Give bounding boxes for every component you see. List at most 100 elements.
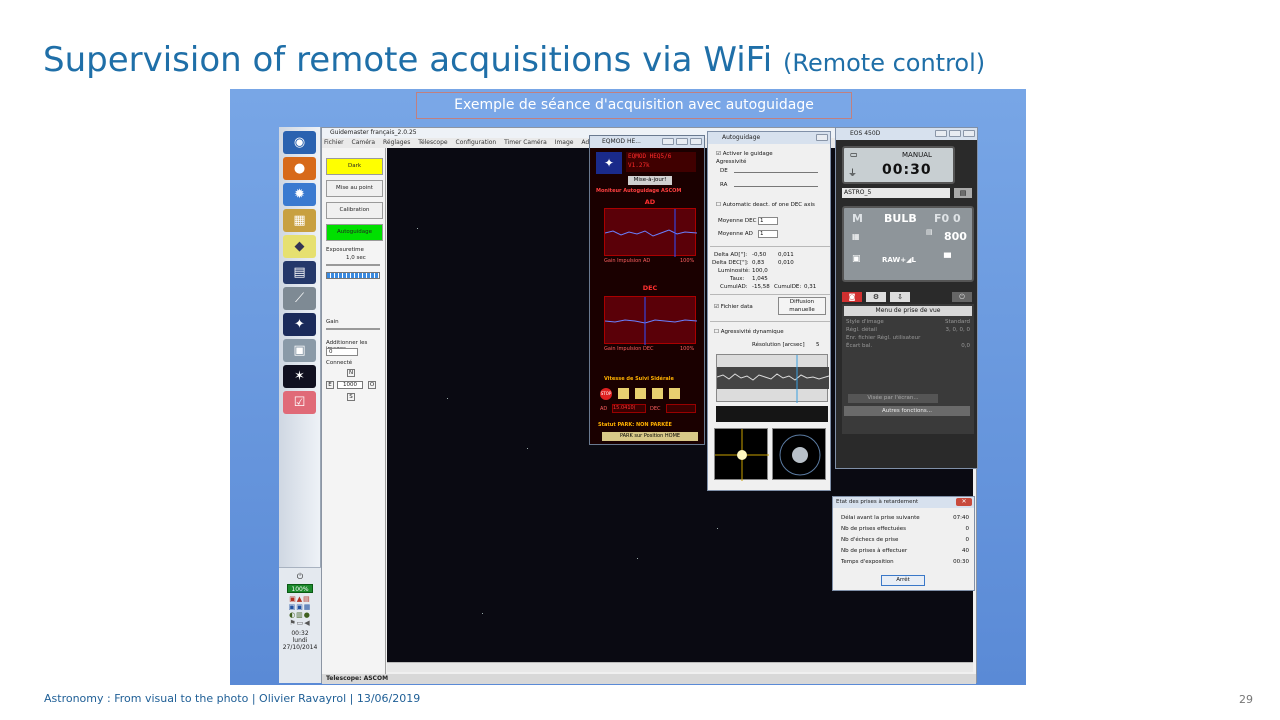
eqmod-window-controls[interactable] [662, 138, 702, 145]
tray-icons-row4[interactable]: ⚑▭◀ [279, 619, 321, 627]
dec-rate-value[interactable] [666, 404, 696, 413]
drive-mode-icon[interactable]: ▣ [852, 254, 861, 264]
east-button[interactable]: E [326, 381, 334, 389]
image-quality[interactable]: RAW+◢L [882, 256, 916, 264]
menu-configuration[interactable]: Configuration [456, 139, 497, 146]
stellarium-icon[interactable]: ✹ [283, 183, 316, 206]
autoguidage-window-controls[interactable] [816, 134, 828, 141]
focus-button[interactable]: Mise au point [326, 180, 383, 197]
start-orb-icon[interactable]: ◉ [283, 131, 316, 154]
de-slider[interactable] [734, 172, 818, 173]
delayed-shots-title: Etat des prises à retardement ✕ [833, 497, 974, 508]
shutter-speed[interactable]: BULB [884, 212, 917, 225]
minimize-button[interactable] [662, 138, 674, 145]
menu-camera[interactable]: Caméra [352, 139, 376, 146]
diffusion-button[interactable]: Diffusion manuelle [778, 297, 826, 315]
sun-rate-button[interactable] [652, 388, 663, 399]
eos-utility-window: EOS 450D ▭ MANUAL ⏚ 00:30 ASTRO_5 ▤ M BU… [835, 127, 978, 469]
menu-row-value: Standard [944, 319, 970, 325]
close-button[interactable] [690, 138, 702, 145]
gain-slider[interactable] [326, 328, 380, 330]
shooting-menu: Menu de prise de vue Style d'image Standa… [842, 304, 974, 434]
update-button[interactable]: Mise-à-jour! [628, 176, 672, 185]
menu-row[interactable]: Enr. fichier Régl. utilisateur [842, 334, 974, 342]
exposure-progress-bar [326, 272, 380, 279]
maximize-button[interactable] [949, 130, 961, 137]
transfer-tab-icon[interactable]: ⇩ [890, 292, 910, 302]
dark-button[interactable]: Dark [326, 158, 383, 175]
power-icon[interactable]: ⏻ [279, 572, 321, 582]
camera-tab-icon[interactable]: ◙ [842, 292, 862, 302]
fichier-data-checkbox[interactable]: ☑ Fichier data [714, 304, 753, 310]
maximize-button[interactable] [676, 138, 688, 145]
close-button[interactable] [963, 130, 975, 137]
metering-icon[interactable]: ▦ [852, 232, 860, 241]
aperture-value[interactable]: F0 0 [934, 212, 961, 225]
menu-row-value: 0,0 [961, 343, 970, 349]
auto-deact-checkbox[interactable]: ☐ Automatic deact. of one DEC axis [716, 202, 815, 208]
guiding-error-graph [716, 354, 830, 403]
west-button[interactable]: O [368, 381, 376, 389]
ra-slider[interactable] [734, 186, 818, 187]
tray-icons-row3[interactable]: ◐▥● [279, 611, 321, 619]
menu-row-label: Écart bal. [846, 343, 873, 349]
menu-fichier[interactable]: Fichier [324, 139, 344, 146]
moyenne-dec-input[interactable]: 1 [758, 217, 778, 225]
menu-row-label: Régl. détail [846, 327, 877, 333]
menu-row[interactable]: Écart bal. 0,0 [842, 342, 974, 350]
add-images-input[interactable]: 0 [326, 348, 358, 356]
battery-indicator[interactable]: 100% [287, 584, 313, 593]
sky-image-icon[interactable]: ✶ [283, 365, 316, 388]
white-balance-icon[interactable]: ▀ [944, 254, 951, 264]
menu-row[interactable]: Régl. détail 3, 0, 0, 0 [842, 326, 974, 334]
settings-tab-icon[interactable]: ⚙ [866, 292, 886, 302]
star-rate-button[interactable] [618, 388, 629, 399]
power-icon[interactable]: ⏻ [952, 292, 972, 302]
menu-row[interactable]: Style d'image Standard [842, 318, 974, 326]
dynamic-aggressivity-checkbox[interactable]: ☐ Agressivité dynamique [714, 329, 784, 335]
enable-guiding-checkbox[interactable]: ☑ Activer le guidage [716, 151, 773, 157]
other-functions-dropdown[interactable]: Autres fonctions... [844, 406, 970, 416]
south-button[interactable]: S [347, 393, 355, 401]
telescope-icon[interactable]: ⟋ [283, 287, 316, 310]
resolution-label: Résolution [arcsec] [752, 342, 805, 348]
iso-value[interactable]: 800 [944, 230, 967, 243]
calibration-button[interactable]: Calibration [326, 202, 383, 219]
park-button[interactable]: PARK sur Position HOME [602, 432, 698, 441]
custom-rate-button[interactable] [669, 388, 680, 399]
exposure-slider[interactable] [326, 264, 380, 266]
tray-icons-row2[interactable]: ▣▣▦ [279, 603, 321, 611]
north-button[interactable]: N [347, 369, 355, 377]
step-input[interactable]: 1000 [337, 381, 363, 389]
ascom-icon[interactable]: ✦ [283, 313, 316, 336]
battery-icon: ▭ [850, 150, 858, 159]
moon-rate-button[interactable] [635, 388, 646, 399]
eos-window-controls[interactable] [935, 130, 975, 137]
moyenne-ad-input[interactable]: 1 [758, 230, 778, 238]
profile-field[interactable]: ASTRO_5 [842, 188, 950, 198]
tray-icons-row1[interactable]: ▣▲▤ [279, 595, 321, 603]
ad-rate-value[interactable]: 15.0410( [612, 404, 646, 413]
folder-icon[interactable]: ◆ [283, 235, 316, 258]
live-view-button[interactable]: Visée par l'écran... [848, 394, 938, 403]
computer-icon[interactable]: ▣ [283, 339, 316, 362]
stop-button[interactable]: Arrêt [881, 575, 925, 586]
minimize-button[interactable] [935, 130, 947, 137]
menu-image[interactable]: Image [555, 139, 574, 146]
stop-button[interactable]: STOP [600, 388, 612, 400]
menu-telescope[interactable]: Télescope [418, 139, 447, 146]
close-button[interactable] [816, 134, 828, 141]
menu-timer-camera[interactable]: Timer Caméra [504, 139, 547, 146]
close-button[interactable]: ✕ [956, 498, 972, 506]
grid-app-icon[interactable]: ▦ [283, 209, 316, 232]
clock-time[interactable]: 00:32 [279, 630, 321, 637]
horizontal-scrollbar[interactable] [387, 662, 973, 672]
checklist-icon[interactable]: ☑ [283, 391, 316, 414]
film-icon[interactable]: ▤ [283, 261, 316, 284]
menu-reglages[interactable]: Réglages [383, 139, 410, 146]
autoguide-button[interactable]: Autoguidage [326, 224, 383, 241]
mode-m[interactable]: M [852, 212, 863, 225]
delta-ad-value1: -0,50 [752, 252, 767, 258]
firefox-icon[interactable]: ● [283, 157, 316, 180]
camera-settings-icon[interactable]: ▤ [954, 188, 972, 198]
